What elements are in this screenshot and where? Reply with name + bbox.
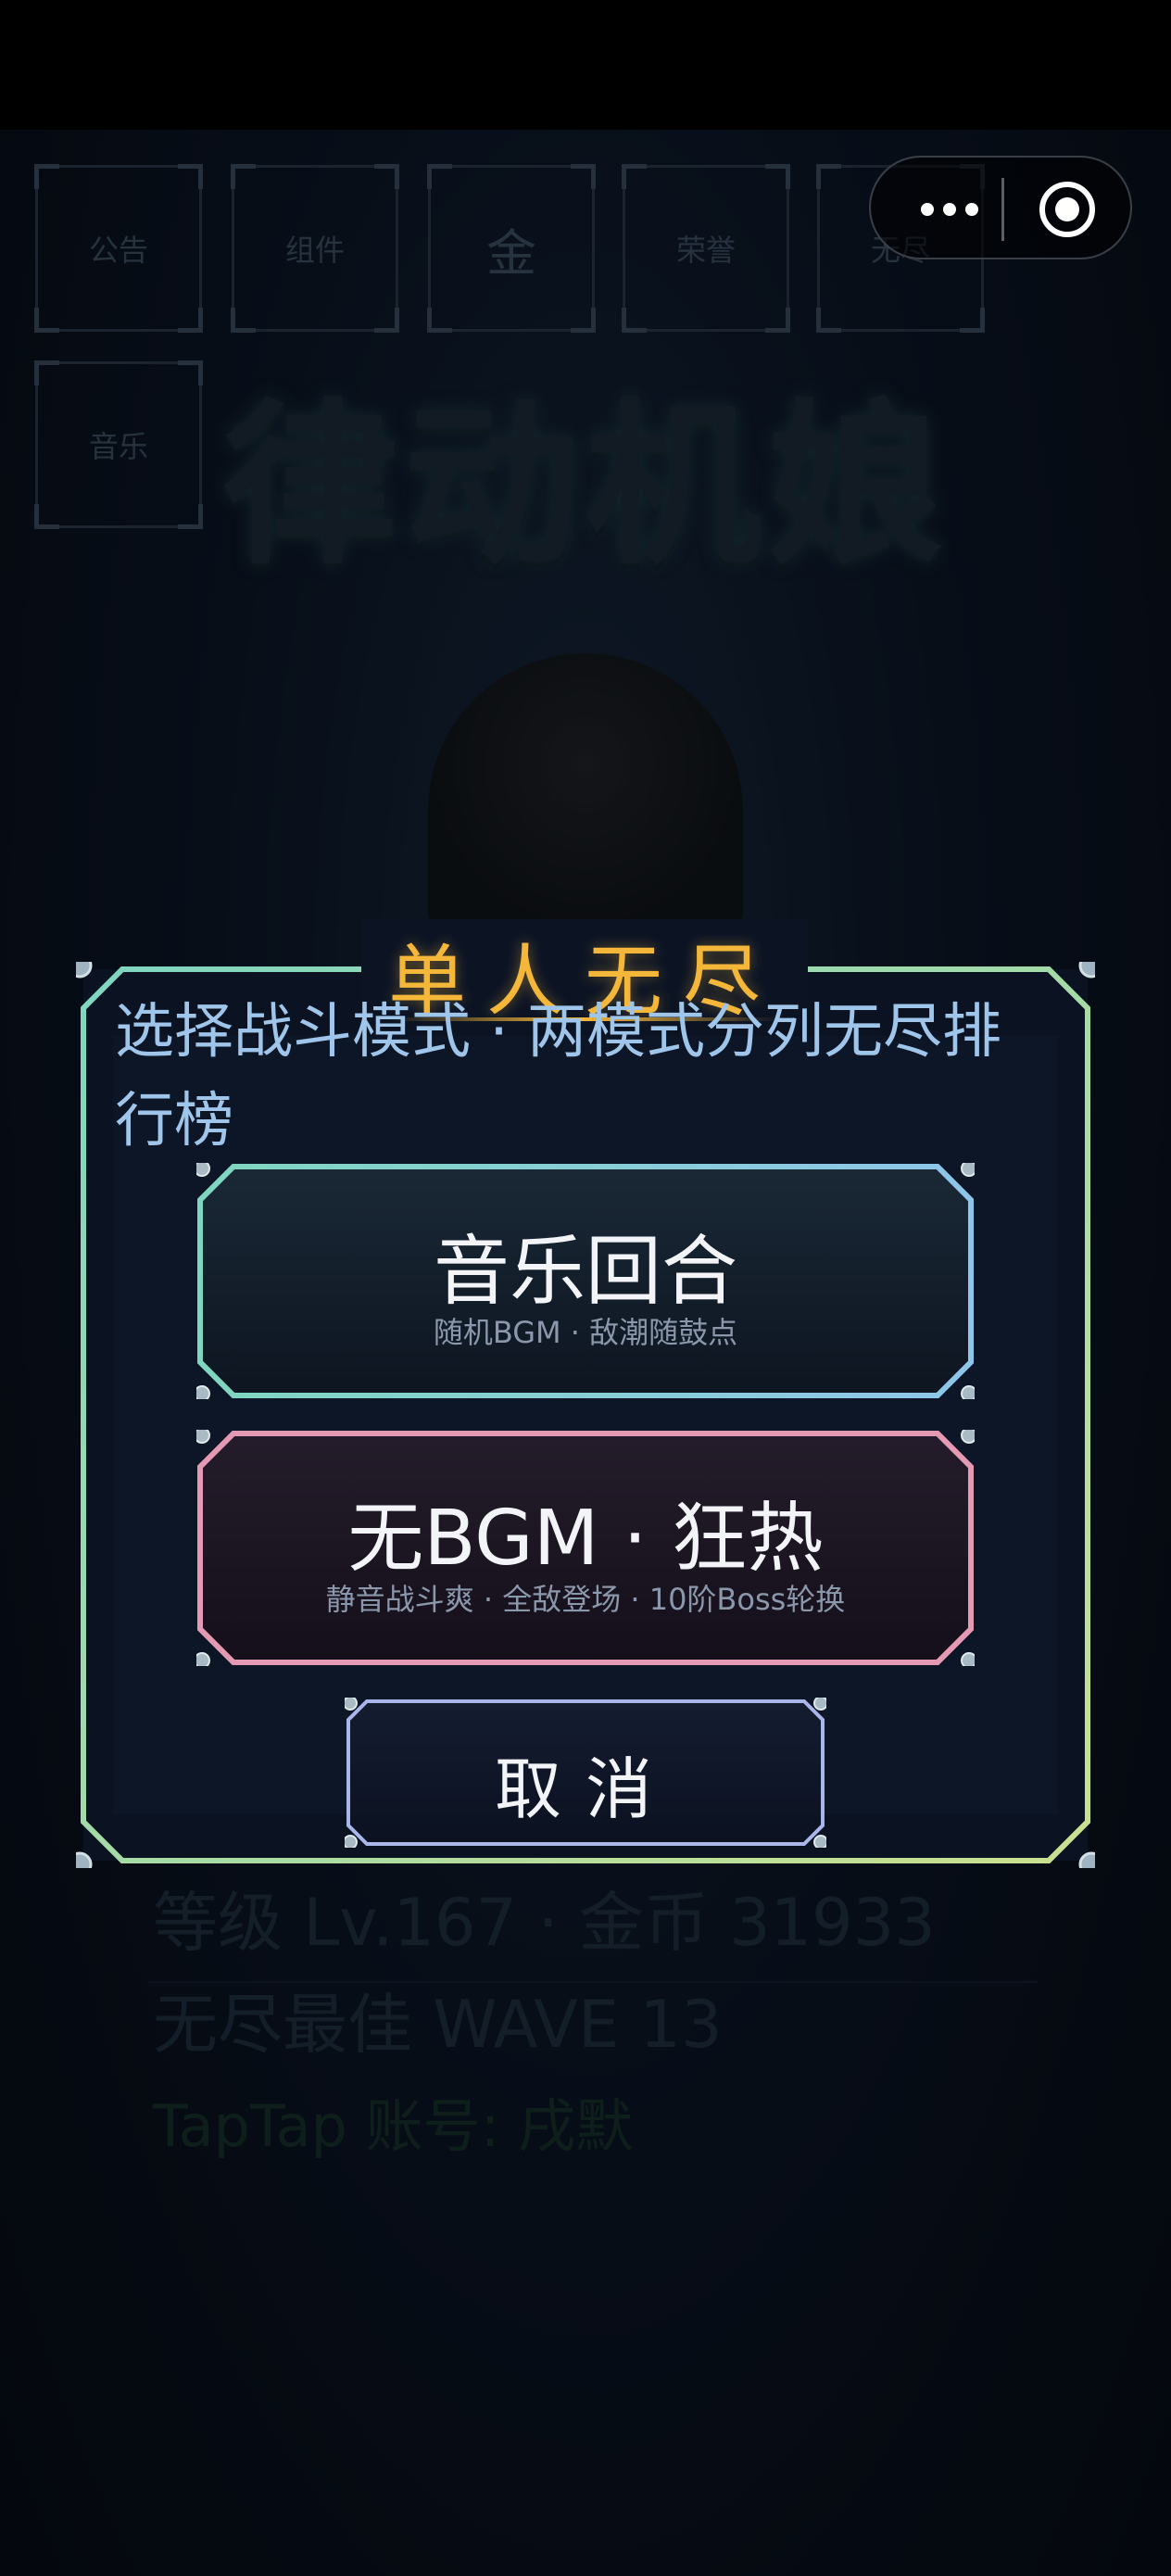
capsule-separator <box>1001 178 1004 241</box>
miniprogram-capsule <box>869 156 1132 259</box>
no-bgm-frenzy-label: 无BGM · 狂热 <box>347 1495 824 1583</box>
no-bgm-frenzy-desc: 静音战斗爽 · 全敌登场 · 10阶Boss轮换 <box>325 1582 846 1617</box>
no-bgm-frenzy-button[interactable]: 无BGM · 狂热 静音战斗爽 · 全敌登场 · 10阶Boss轮换 <box>196 1430 975 1666</box>
dialog-subtitle: 选择战斗模式 · 两模式分列无尽排行榜 <box>115 998 1002 1155</box>
more-dots-icon[interactable] <box>908 182 991 237</box>
music-round-desc: 随机BGM · 敌潮随鼓点 <box>433 1315 738 1350</box>
cancel-label: 取消 <box>494 1750 676 1828</box>
close-miniprogram-icon[interactable] <box>1039 182 1095 237</box>
cancel-button[interactable]: 取消 <box>345 1698 826 1848</box>
music-round-label: 音乐回合 <box>433 1228 737 1316</box>
music-round-button[interactable]: 音乐回合 随机BGM · 敌潮随鼓点 <box>196 1163 975 1399</box>
